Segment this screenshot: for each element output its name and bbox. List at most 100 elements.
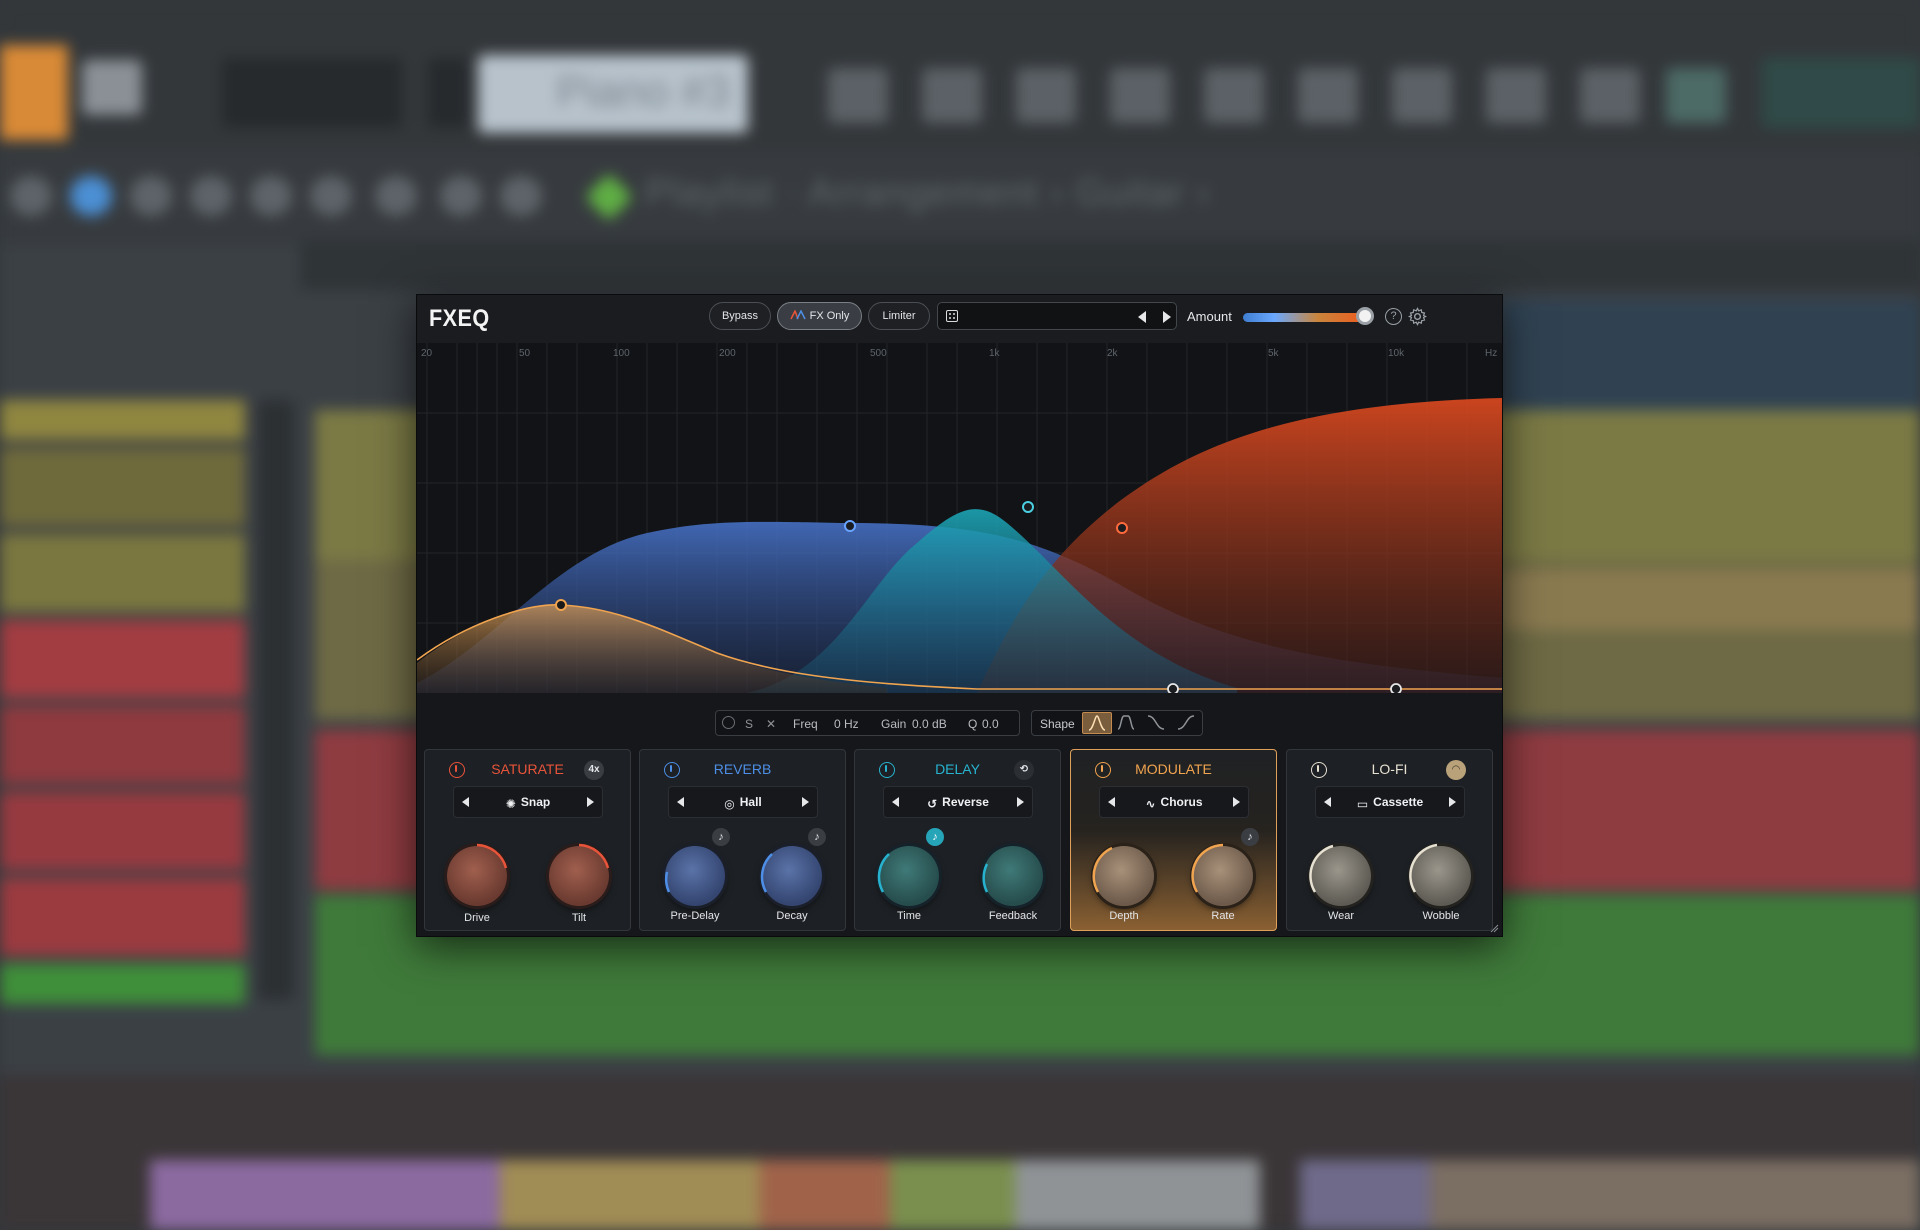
band-freq-label: Freq [793,717,818,731]
settings-gear-icon[interactable] [1408,307,1427,326]
daw-bottom-cell [500,1160,760,1230]
reverb-band-node[interactable] [844,520,856,532]
shape-label: Shape [1040,717,1075,731]
saturate-band-node[interactable] [555,599,567,611]
daw-menu-button [0,45,68,140]
decay-label: Decay [776,910,808,922]
help-icon[interactable]: ? [1385,308,1402,325]
daw-bottom-cell [890,1160,1015,1230]
depth-label: Depth [1109,910,1139,922]
daw-tool-icon [250,176,292,216]
daw-arrow-box [428,58,468,128]
freq-label: 5k [1268,348,1279,359]
daw-tool-icon [10,176,52,216]
resize-grip-icon[interactable] [1489,923,1499,933]
wear-label: Wear [1327,910,1355,922]
limiter-button[interactable]: Limiter [868,302,930,330]
reverb-module: REVERB ◎ Hall ♪ ♪ Pre-Delay Decay [639,749,846,931]
daw-tool-icon [190,176,232,216]
freq-label: Hz [1485,348,1498,359]
time-knob-arc [877,853,890,893]
amount-label: Amount [1187,309,1232,324]
tilt-label: Tilt [571,912,587,924]
random-preset-dice-icon[interactable] [946,310,958,322]
pre-delay-knob-arc [664,871,671,893]
snap-burst-icon: ✺ [505,797,516,811]
daw-icon-2 [922,68,982,123]
high-shelf-shape-icon [1177,715,1195,730]
daw-pattern-selector: Piano #3 [478,55,748,133]
daw-bottom-cell [1430,1160,1920,1230]
shape-notch-button[interactable] [1112,712,1142,734]
daw-track [0,400,245,440]
next-mode-icon[interactable] [1017,797,1024,807]
shape-low-shelf-button[interactable] [1142,712,1172,734]
chorus-wave-icon: ∿ [1145,797,1156,811]
next-mode-icon[interactable] [802,797,809,807]
band-q-value[interactable]: 0.0 [982,717,999,731]
freq-label: 2k [1107,348,1118,359]
delay-mode-selector[interactable]: ↺ Reverse [883,786,1033,818]
daw-track [0,534,245,612]
band-node-empty[interactable] [1167,683,1179,693]
modulate-mode-selector[interactable]: ∿ Chorus [1099,786,1249,818]
feedback-label: Feedback [988,910,1038,922]
daw-lane [1500,300,1920,410]
amount-slider-thumb[interactable] [1355,307,1374,325]
daw-icon-7 [1392,68,1452,123]
eq-graph[interactable] [417,343,1503,693]
pre-delay-label: Pre-Delay [670,910,720,922]
fx-only-button[interactable]: FX Only [777,302,862,330]
band-solo-button[interactable]: S [745,717,753,731]
lofi-mode-selector[interactable]: ▭ Cassette [1315,786,1465,818]
lofi-band-node[interactable] [1116,522,1128,534]
band-gain-value[interactable]: 0.0 dB [912,717,947,731]
amount-slider[interactable] [1243,313,1367,322]
flat-top-shape-icon [1117,715,1135,730]
freq-label: 100 [613,348,630,359]
next-preset-icon[interactable] [1163,311,1171,323]
next-mode-icon[interactable] [1449,797,1456,807]
wobble-knob-arc [1409,843,1438,893]
freq-label: 200 [719,348,736,359]
oversampling-button[interactable]: 4x [584,760,604,780]
preset-browser[interactable] [937,302,1177,330]
band-remove-icon[interactable]: ✕ [766,717,776,731]
rate-knob-arc [1191,843,1224,893]
daw-tool-icon [500,176,542,216]
lofi-module: LO-FI ◠ ▭ Cassette Wear Wobble [1286,749,1493,931]
next-mode-icon[interactable] [587,797,594,807]
band-node-empty[interactable] [1390,683,1402,693]
shape-high-shelf-button[interactable] [1172,712,1202,734]
shape-bell-button[interactable] [1082,712,1112,734]
drive-knob-arc [476,843,508,869]
depth-knob-arc [1092,846,1113,893]
cassette-icon: ▭ [1356,797,1369,811]
reverb-mode-selector[interactable]: ◎ Hall [668,786,818,818]
daw-track [0,620,245,698]
delay-band-node[interactable] [1022,501,1034,513]
daw-tool-icon [440,176,482,216]
daw-lane [1500,570,1920,630]
reverb-mode: Hall [739,795,762,809]
ping-pong-icon[interactable]: ⟲ [1014,760,1034,780]
eq-display[interactable]: 20 50 100 200 500 1k 2k 5k 10k Hz [417,343,1503,693]
delay-mode: Reverse [942,795,989,809]
band-parameters-bar: S ✕ Freq 0 Hz Gain 0.0 dB Q 0.0 [715,710,1020,736]
drive-label: Drive [464,912,490,924]
lofi-mode: Cassette [1373,795,1424,809]
freq-label: 500 [870,348,887,359]
band-power-icon[interactable] [722,716,735,729]
daw-ruler [300,240,1920,290]
modulate-mode: Chorus [1160,795,1203,809]
daw-icon-1 [828,68,888,123]
next-mode-icon[interactable] [1233,797,1240,807]
plugin-logo: FXEQ [429,305,490,332]
daw-snap-box [222,58,402,128]
band-freq-value[interactable]: 0 Hz [834,717,859,731]
lofi-character-icon[interactable]: ◠ [1446,760,1466,780]
bypass-button[interactable]: Bypass [709,302,771,330]
saturate-mode-selector[interactable]: ✺ Snap [453,786,603,818]
previous-preset-icon[interactable] [1138,311,1146,323]
wobble-label: Wobble [1422,910,1460,922]
